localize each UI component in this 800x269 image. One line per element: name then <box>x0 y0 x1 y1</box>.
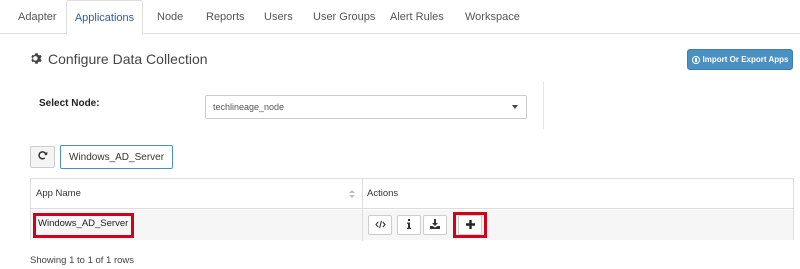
import-export-apps-button[interactable]: Import Or Export Apps <box>687 49 793 70</box>
globe-icon <box>691 55 700 64</box>
select-node-label: Select Node: <box>39 98 100 109</box>
download-button[interactable] <box>423 215 447 235</box>
view-code-button[interactable] <box>368 215 392 235</box>
page-title-text: Configure Data Collection <box>48 51 208 67</box>
tab-alert-rules[interactable]: Alert Rules <box>390 0 444 34</box>
pagination-info: Showing 1 to 1 of 1 rows <box>30 255 135 266</box>
add-button-highlight <box>453 212 487 238</box>
table-row: Windows_AD_Server <box>31 210 793 240</box>
table-header: App Name Actions <box>31 179 793 209</box>
info-icon <box>407 219 411 231</box>
tab-reports[interactable]: Reports <box>206 0 245 34</box>
tab-node[interactable]: Node <box>157 0 183 34</box>
import-export-apps-label: Import Or Export Apps <box>702 55 789 64</box>
info-button[interactable] <box>397 215 421 235</box>
tab-users[interactable]: Users <box>264 0 293 34</box>
caret-down-icon <box>512 105 518 109</box>
page-title: Configure Data Collection <box>30 51 208 67</box>
main-tab-bar: Adapter Applications Node Reports Users … <box>0 0 800 35</box>
tab-adapter[interactable]: Adapter <box>18 0 57 34</box>
search-input[interactable] <box>60 145 173 169</box>
node-select-value: techlineage_node <box>213 102 285 112</box>
apps-table: App Name Actions Windows_AD_Server <box>30 178 794 241</box>
column-divider <box>362 179 363 241</box>
node-select[interactable]: techlineage_node <box>205 95 527 119</box>
download-icon <box>430 219 440 231</box>
refresh-button[interactable] <box>30 146 55 168</box>
refresh-icon <box>37 148 48 166</box>
column-header-app-name[interactable]: App Name <box>36 179 361 209</box>
tab-applications[interactable]: Applications <box>66 0 143 35</box>
app-name-cell: Windows_AD_Server <box>33 213 134 238</box>
code-icon <box>374 220 386 231</box>
gear-icon <box>30 52 44 66</box>
sort-icon[interactable] <box>349 190 355 199</box>
column-header-actions: Actions <box>367 188 399 199</box>
tab-user-groups[interactable]: User Groups <box>313 0 375 34</box>
tab-workspace[interactable]: Workspace <box>465 0 520 34</box>
